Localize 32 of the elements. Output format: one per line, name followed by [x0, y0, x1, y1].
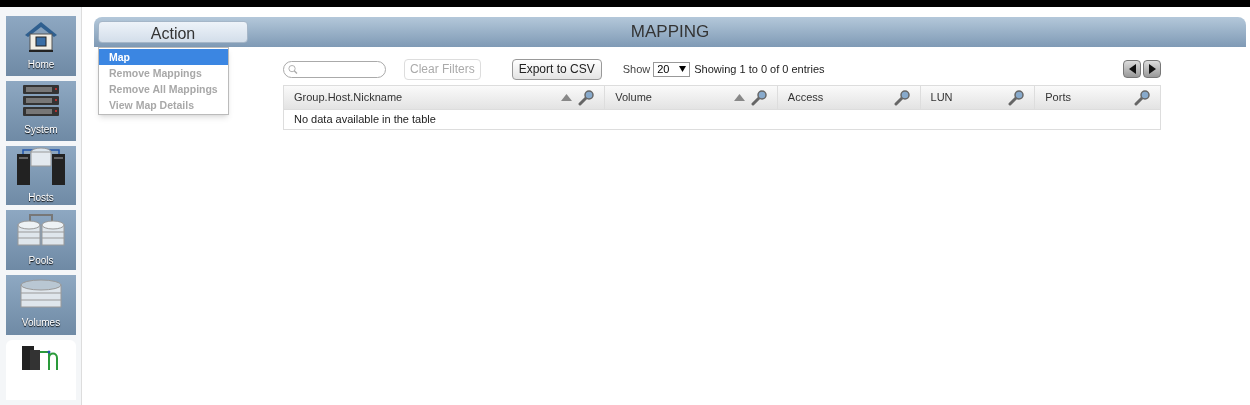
right-arrow-icon — [1148, 64, 1156, 74]
search-icon — [288, 63, 298, 75]
page-title: MAPPING — [629, 21, 711, 44]
hosts-storage-icon — [16, 145, 66, 186]
sort-up-icon[interactable] — [561, 94, 573, 101]
column-header[interactable]: Ports — [1035, 86, 1160, 109]
sidebar-item[interactable]: System — [6, 80, 76, 141]
previous-page-button[interactable] — [1123, 60, 1141, 78]
export-csv-button[interactable]: Export to CSV — [511, 58, 602, 80]
empty-table-message: No data available in the table — [293, 112, 437, 127]
sidebar-item[interactable] — [6, 339, 76, 400]
action-button[interactable]: Action — [98, 21, 248, 43]
column-header[interactable]: LUN — [920, 86, 1036, 109]
show-label: Show — [622, 61, 651, 77]
sort-up-icon[interactable] — [733, 94, 745, 101]
sidebar-item[interactable]: Home — [6, 16, 76, 76]
entries-info: Showing 1 to 0 of 0 entries — [694, 61, 825, 77]
column-header[interactable]: Volume — [605, 86, 778, 109]
sidebar-item[interactable]: Hosts — [6, 145, 76, 206]
column-header[interactable]: Group.Host.Nickname — [284, 86, 606, 109]
menu-item[interactable]: Map — [99, 49, 228, 65]
sidebar-item[interactable]: Pools — [6, 210, 76, 270]
left-arrow-icon — [1128, 64, 1136, 74]
mapping-icon — [21, 343, 61, 370]
house-icon — [23, 19, 59, 54]
server-rack-icon — [22, 84, 60, 119]
disk-pool-icon — [17, 212, 65, 249]
sidebar-item[interactable]: Volumes — [6, 275, 76, 335]
dropdown-arrow-icon — [679, 66, 687, 72]
page-size-select[interactable]: 20 — [653, 61, 691, 77]
column-header[interactable]: Access — [777, 86, 921, 109]
next-page-button[interactable] — [1143, 60, 1161, 78]
